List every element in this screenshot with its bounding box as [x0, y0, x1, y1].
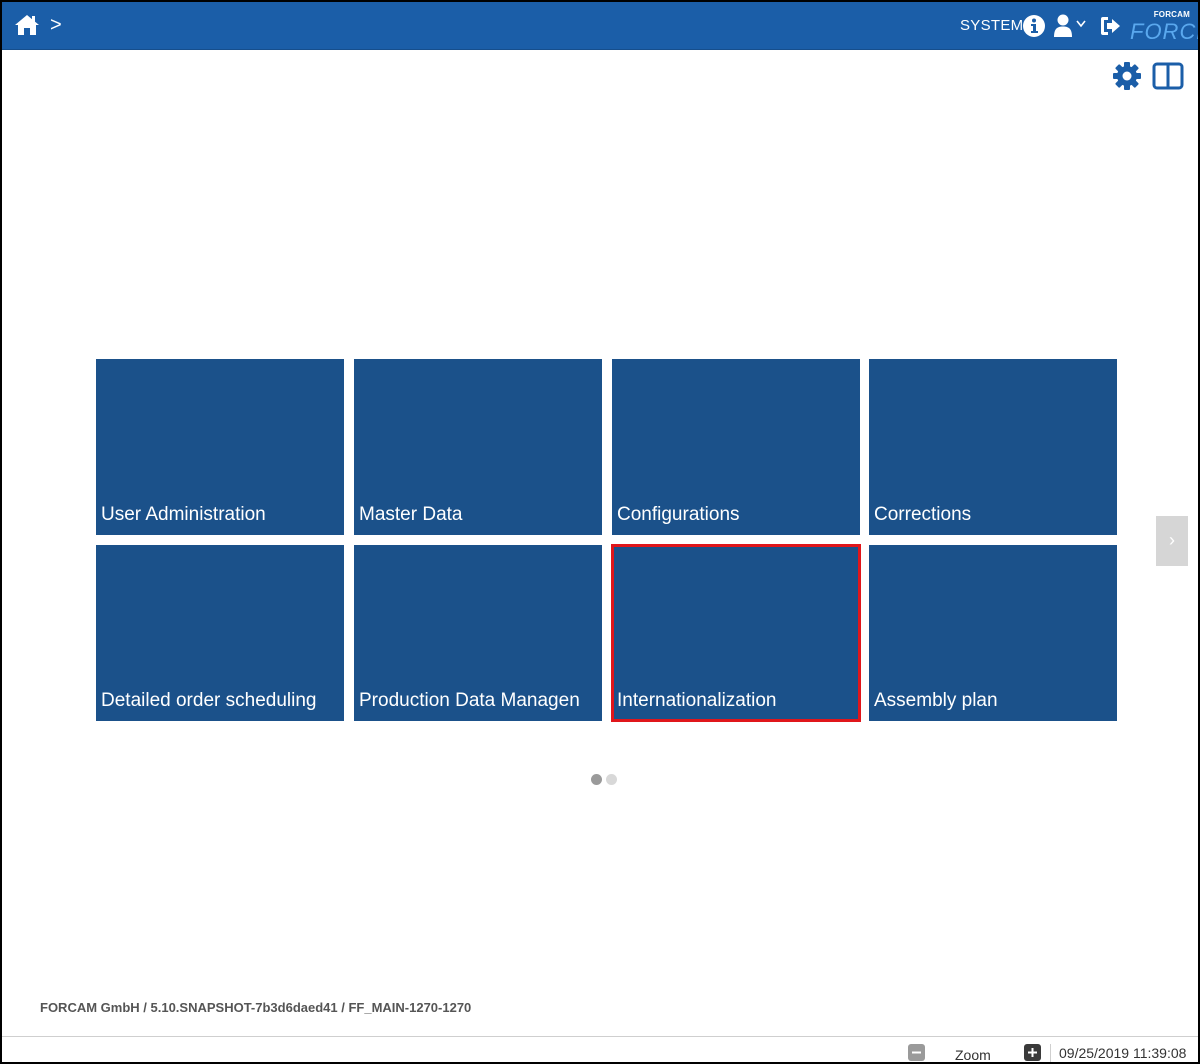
chevron-down-icon[interactable] — [1076, 20, 1086, 28]
page-dot-2[interactable] — [606, 774, 617, 785]
breadcrumb-separator[interactable]: > — [50, 14, 62, 36]
logo-text: FORCE — [1130, 19, 1198, 44]
info-icon[interactable] — [1022, 14, 1046, 38]
tile-corrections[interactable]: Corrections — [869, 359, 1117, 535]
status-bar: Zoom 09/25/2019 11:39:08 — [2, 1036, 1198, 1063]
tile-detailed-order-scheduling[interactable]: Detailed order scheduling — [96, 545, 344, 721]
zoom-out-icon[interactable] — [908, 1044, 925, 1061]
datetime-display: 09/25/2019 11:39:08 — [1050, 1044, 1186, 1062]
forcam-logo: FORCAM FORCE — [1130, 10, 1198, 44]
tile-internationalization[interactable]: Internationalization — [611, 544, 861, 722]
user-name-label: SYSTEM — [960, 17, 1024, 34]
tile-user-administration[interactable]: User Administration — [96, 359, 344, 535]
tile-label: Corrections — [874, 504, 972, 525]
tile-label: Master Data — [359, 504, 463, 525]
logo-small-text: FORCAM — [1153, 10, 1190, 19]
page-dot-1[interactable] — [591, 774, 602, 785]
user-icon[interactable] — [1053, 14, 1073, 38]
app-window: > SYSTEM FORCAM FORCE — [0, 0, 1200, 1064]
tile-configurations[interactable]: Configurations — [612, 359, 860, 535]
tile-label: Production Data Managen — [359, 690, 580, 711]
tile-master-data[interactable]: Master Data — [354, 359, 602, 535]
tile-label: Assembly plan — [874, 690, 998, 711]
tile-assembly-plan[interactable]: Assembly plan — [869, 545, 1117, 721]
home-icon[interactable] — [14, 13, 40, 37]
split-view-icon[interactable] — [1152, 62, 1184, 90]
tile-label: Configurations — [617, 504, 740, 525]
tile-production-data-management[interactable]: Production Data Managen — [354, 545, 602, 721]
pagination-dots — [591, 772, 621, 785]
next-page-button[interactable]: › — [1156, 516, 1188, 566]
tile-label: Internationalization — [617, 690, 777, 711]
gear-icon[interactable] — [1112, 61, 1142, 91]
top-bar: > SYSTEM FORCAM FORCE — [2, 2, 1198, 50]
version-info: FORCAM GmbH / 5.10.SNAPSHOT-7b3d6daed41 … — [40, 1000, 472, 1015]
zoom-in-icon[interactable] — [1024, 1044, 1041, 1061]
zoom-label: Zoom — [955, 1047, 991, 1063]
tile-label: Detailed order scheduling — [101, 690, 317, 711]
logout-icon[interactable] — [1099, 15, 1121, 37]
tile-label: User Administration — [101, 504, 266, 525]
